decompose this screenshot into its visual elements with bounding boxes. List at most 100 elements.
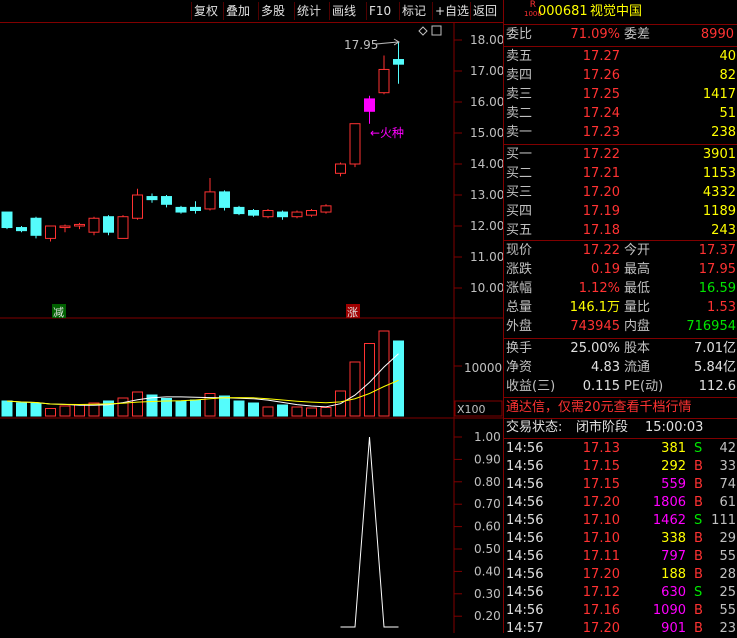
stock-code: 000681 xyxy=(538,4,588,19)
order-ratio-row: 委比 71.09% 委差 8990 xyxy=(506,27,734,42)
volume-bar xyxy=(291,406,303,417)
marker-up: 涨 xyxy=(347,306,358,319)
expand-icon[interactable] xyxy=(431,25,442,36)
toolbar-button-6[interactable]: 标记 xyxy=(399,2,428,20)
price-tick-label: 12.00 xyxy=(470,219,503,233)
bid-level-2: 买二 17.21 1153 xyxy=(506,166,736,181)
indicator-tick-label: 0.40 xyxy=(474,564,501,578)
high-price-arrow xyxy=(375,41,399,45)
high-price-label: 17.95 xyxy=(344,38,378,52)
price-tick-label: 15.00 xyxy=(470,126,503,140)
ask-level-5: 卖五 17.27 40 xyxy=(506,49,736,64)
price-tick-label: 10.00 xyxy=(470,281,503,295)
toolbar-button-3[interactable]: 统计 xyxy=(294,2,323,20)
volume-unit: X100 xyxy=(457,403,486,416)
volume-bar xyxy=(233,400,245,417)
candle xyxy=(74,222,85,230)
candle xyxy=(306,208,317,217)
toolbar-button-1[interactable]: 叠加 xyxy=(223,2,252,20)
price-tick-label: 17.00 xyxy=(470,64,503,78)
indicator-tick-label: 1.00 xyxy=(474,430,501,444)
toolbar-button-8[interactable]: 返回 xyxy=(470,2,499,20)
indicator-line xyxy=(340,436,399,628)
stock-header: R 1000 000681 视觉中国 xyxy=(504,1,737,21)
stats-row: 换手 25.00% 股本 7.01亿 xyxy=(506,341,736,356)
candle xyxy=(291,210,303,219)
volume-bar xyxy=(175,400,187,417)
volume-bar xyxy=(204,393,216,417)
ask-level-2: 卖二 17.24 51 xyxy=(506,106,736,121)
volume-bar xyxy=(59,405,71,417)
candle xyxy=(175,205,187,214)
candle xyxy=(1,211,13,230)
quote-panel: R 1000 000681 视觉中国 委比 71.09% 委差 8990 卖五 1… xyxy=(503,0,737,636)
candle xyxy=(45,225,56,242)
volume-bar xyxy=(378,330,390,417)
volume-bar xyxy=(349,361,361,417)
stats-row: 收益(三) 0.115 PE(动) 112.6 xyxy=(506,379,736,394)
candle xyxy=(132,188,143,220)
candle xyxy=(364,95,375,124)
bid-level-4: 买四 17.19 1189 xyxy=(506,204,736,219)
indicator-tick-label: 0.90 xyxy=(474,452,501,466)
toolbar-button-2[interactable]: 多股 xyxy=(258,2,287,20)
quote-row: 涨跌 0.19 最高 17.95 xyxy=(506,262,736,277)
toolbar-button-5[interactable]: F10 xyxy=(366,2,393,20)
volume-bar xyxy=(364,343,375,417)
volume-bar xyxy=(306,407,317,417)
toolbar-button-4[interactable]: 画线 xyxy=(329,2,358,20)
ask-level-1: 卖一 17.23 238 xyxy=(506,125,736,140)
quote-row: 总量 146.1万 量比 1.53 xyxy=(506,300,736,315)
chart-toolbar: 复权 叠加 多股 统计 画线 F10 标记 +自选 返回 xyxy=(0,0,503,23)
candle xyxy=(190,201,201,214)
trading-status: 交易状态: 闭市阶段 15:00:03 xyxy=(506,420,704,435)
candle xyxy=(16,226,27,233)
ask-level-3: 卖三 17.25 1417 xyxy=(506,87,736,102)
volume-tick: 10000 xyxy=(464,361,502,375)
volume-bar xyxy=(320,407,332,417)
toolbar-button-0[interactable]: 复权 xyxy=(191,2,220,20)
volume-bar xyxy=(132,391,143,417)
volume-bar xyxy=(262,406,274,417)
ask-level-4: 卖四 17.26 82 xyxy=(506,68,736,83)
volume-bar xyxy=(16,402,27,417)
bid-level-3: 买三 17.20 4332 xyxy=(506,185,736,200)
toolbar-button-7[interactable]: +自选 xyxy=(432,2,471,20)
stats-row: 净资 4.83 流通 5.84亿 xyxy=(506,360,736,375)
indicator-tick-label: 0.50 xyxy=(474,542,501,556)
price-tick-label: 11.00 xyxy=(470,250,503,264)
candle xyxy=(146,193,158,203)
price-tick-label: 13.00 xyxy=(470,188,503,202)
candle xyxy=(320,204,332,214)
diamond-icon[interactable] xyxy=(418,26,428,36)
tick-row: 14:56 17.10 1462 S 111 xyxy=(506,513,736,528)
candle xyxy=(378,55,390,95)
kline-chart[interactable]: 18.00 17.00 16.00 15.00 14.00 13.00 12.00 11.00… xyxy=(0,22,504,638)
candle xyxy=(204,177,216,211)
indicator-tick-label: 0.60 xyxy=(474,520,501,534)
volume-bar xyxy=(277,404,288,417)
candle xyxy=(219,190,230,211)
candle xyxy=(277,210,288,220)
ad-banner[interactable]: 通达信，仅需20元查看千档行情 xyxy=(504,399,737,417)
marker-down: 减 xyxy=(53,306,64,319)
tick-row: 14:56 17.10 338 B 29 xyxy=(506,531,736,546)
candle xyxy=(393,41,404,84)
candle xyxy=(233,205,245,216)
volume-bar xyxy=(393,340,404,417)
indicator-tick-label: 0.30 xyxy=(474,587,501,601)
volume-bar xyxy=(248,402,259,417)
tick-row: 14:56 17.13 381 S 42 xyxy=(506,441,736,456)
indicator-tick-label: 0.80 xyxy=(474,475,501,489)
stock-name: 视觉中国 xyxy=(590,4,643,19)
indicator-tick-label: 0.20 xyxy=(474,609,501,623)
indicator-tick-label: 0.70 xyxy=(474,497,501,511)
volume-bar xyxy=(74,404,85,417)
candle xyxy=(262,208,274,219)
tick-row: 14:56 17.15 559 B 74 xyxy=(506,477,736,492)
volume-bar xyxy=(219,395,230,417)
bid-level-1: 买一 17.22 3901 xyxy=(506,147,736,162)
candle xyxy=(161,195,172,208)
bid-level-5: 买五 17.18 243 xyxy=(506,223,736,238)
volume-bar xyxy=(190,399,201,417)
